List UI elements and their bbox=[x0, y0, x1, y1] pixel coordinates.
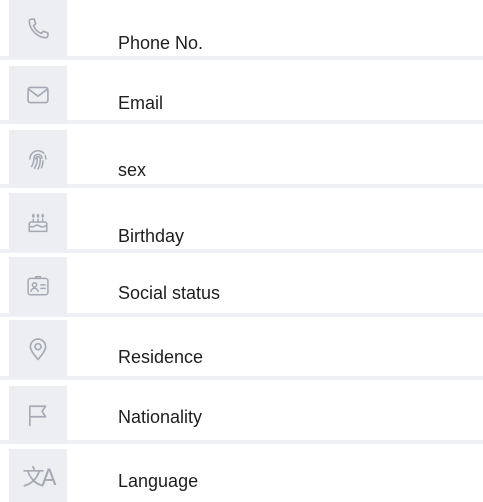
field-label: Residence bbox=[118, 347, 204, 367]
field-label: Language bbox=[118, 471, 199, 491]
field-label: Birthday bbox=[118, 226, 185, 246]
location-pin-icon bbox=[9, 320, 67, 378]
profile-field-list: Phone No. Email sex Birthday Social stat… bbox=[0, 0, 483, 502]
row-separator bbox=[0, 184, 483, 188]
list-item-phone[interactable]: Phone No. bbox=[0, 0, 483, 60]
field-label: Social status bbox=[118, 283, 221, 303]
list-item-birthday[interactable]: Birthday bbox=[0, 193, 483, 253]
flag-icon bbox=[9, 386, 67, 444]
list-item-residence[interactable]: Residence bbox=[0, 320, 483, 380]
fingerprint-icon bbox=[9, 130, 67, 188]
list-item-social-status[interactable]: Social status bbox=[0, 257, 483, 317]
field-label: sex bbox=[118, 160, 147, 180]
row-separator bbox=[0, 249, 483, 253]
translate-icon: 文A bbox=[9, 449, 67, 502]
row-separator bbox=[0, 313, 483, 317]
field-label: Email bbox=[118, 93, 164, 113]
list-item-sex[interactable]: sex bbox=[0, 128, 483, 188]
phone-icon bbox=[9, 0, 67, 58]
row-separator bbox=[0, 440, 483, 444]
field-label: Nationality bbox=[118, 407, 203, 427]
row-separator bbox=[0, 120, 483, 124]
list-item-language[interactable]: 文A Language bbox=[0, 449, 483, 502]
row-separator bbox=[0, 376, 483, 380]
mail-icon bbox=[9, 66, 67, 124]
field-label: Phone No. bbox=[118, 33, 204, 53]
cake-icon bbox=[9, 193, 67, 251]
translate-glyph: 文A bbox=[22, 465, 56, 491]
list-item-email[interactable]: Email bbox=[0, 64, 483, 124]
row-separator bbox=[0, 56, 483, 60]
list-item-nationality[interactable]: Nationality bbox=[0, 384, 483, 444]
id-card-icon bbox=[9, 257, 67, 315]
